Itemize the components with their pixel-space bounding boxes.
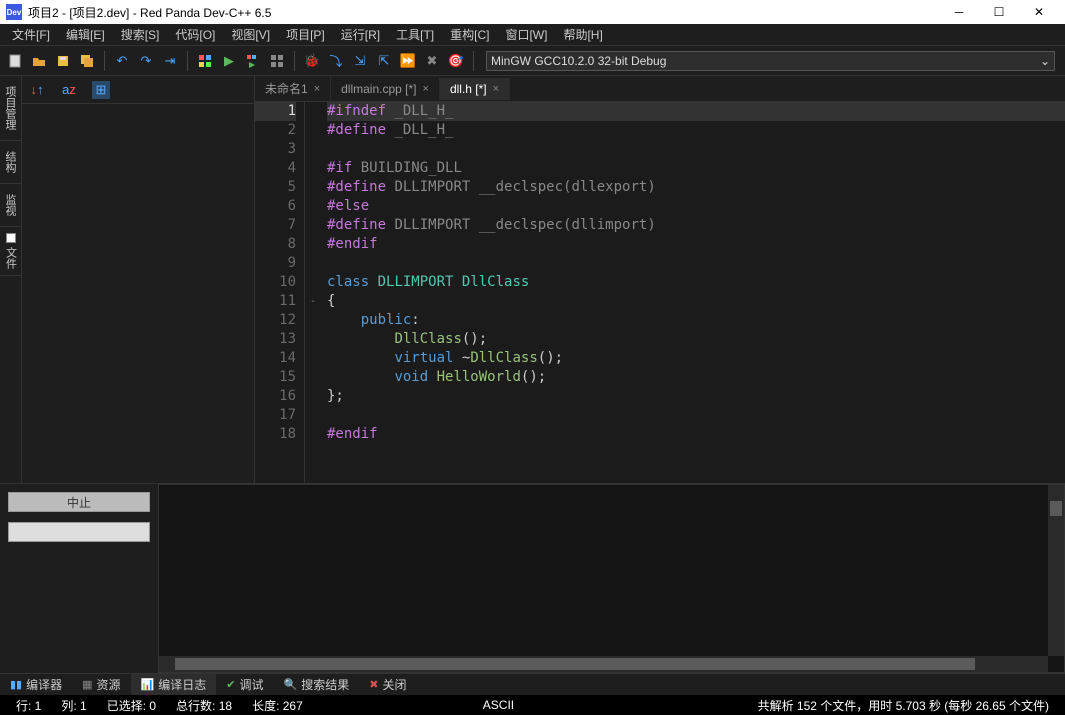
output-area[interactable] xyxy=(158,484,1065,673)
status-line: 行: 1 xyxy=(6,697,51,714)
menubar: 文件[F] 编辑[E] 搜索[S] 代码[O] 视图[V] 项目[P] 运行[R… xyxy=(0,24,1065,46)
compiler-select-label: MinGW GCC10.2.0 32-bit Debug xyxy=(491,54,666,68)
menu-view[interactable]: 视图[V] xyxy=(223,24,278,45)
rebuild-icon[interactable] xyxy=(266,50,288,72)
status-sel: 已选择: 0 xyxy=(97,697,166,714)
editor-tab-3[interactable]: dll.h [*] × xyxy=(440,78,510,100)
check-icon: ✔ xyxy=(226,678,235,691)
editor-tab-1[interactable]: 未命名1 × xyxy=(255,76,331,101)
close-icon[interactable]: × xyxy=(423,83,429,95)
compile-run-icon[interactable] xyxy=(242,50,264,72)
menu-window[interactable]: 窗口[W] xyxy=(497,24,555,45)
left-toolbar: ↓↑ az ⊞ xyxy=(22,76,254,104)
bottom-left: 中止 xyxy=(0,484,158,673)
menu-tools[interactable]: 工具[T] xyxy=(388,24,442,45)
window-title: 项目2 - [项目2.dev] - Red Panda Dev-C++ 6.5 xyxy=(28,4,271,21)
scrollbar-thumb[interactable] xyxy=(1050,501,1062,516)
compiler-select[interactable]: MinGW GCC10.2.0 32-bit Debug ⌄ xyxy=(486,51,1055,71)
btab-compiler[interactable]: ▮▮编译器 xyxy=(0,674,72,695)
step-into-icon[interactable]: ⇲ xyxy=(349,50,371,72)
compile-icon[interactable] xyxy=(194,50,216,72)
continue-icon[interactable]: ⏩ xyxy=(397,50,419,72)
btab-debug[interactable]: ✔调试 xyxy=(216,674,273,695)
save-icon[interactable] xyxy=(52,50,74,72)
status-encoding: ASCII xyxy=(473,698,524,712)
checkbox-icon xyxy=(6,233,16,243)
grid-icon: ▦ xyxy=(82,678,92,691)
side-tabs: 项目管理 结构 监视 文件 xyxy=(0,76,22,483)
code-editor[interactable]: 123456789101112131415161718 - #ifndef _D… xyxy=(255,102,1065,483)
save-all-icon[interactable] xyxy=(76,50,98,72)
step-out-icon[interactable]: ⇱ xyxy=(373,50,395,72)
redo-icon[interactable]: ↷ xyxy=(135,50,157,72)
status-col: 列: 1 xyxy=(51,697,96,714)
menu-project[interactable]: 项目[P] xyxy=(278,24,333,45)
btab-log[interactable]: 📊编译日志 xyxy=(131,674,217,695)
new-file-icon[interactable] xyxy=(4,50,26,72)
side-tab-project[interactable]: 项目管理 xyxy=(0,76,21,141)
vertical-scrollbar[interactable] xyxy=(1048,485,1064,656)
maximize-button[interactable]: ☐ xyxy=(979,0,1019,24)
bottom-tabs: ▮▮编译器 ▦资源 📊编译日志 ✔调试 🔍搜索结果 ✖关闭 xyxy=(0,673,1065,695)
close-icon[interactable]: × xyxy=(314,83,320,95)
scrollbar-thumb[interactable] xyxy=(175,658,975,670)
toolbar: ↶ ↷ ⇥ ▶ 🐞 ⤵ ⇲ ⇱ ⏩ ✖ 🎯 MinGW GCC10.2.0 32… xyxy=(0,46,1065,76)
left-panel: 项目管理 结构 监视 文件 ↓↑ az ⊞ xyxy=(0,76,255,483)
menu-search[interactable]: 搜索[S] xyxy=(113,24,168,45)
chart-icon: 📊 xyxy=(141,678,155,691)
minimize-button[interactable]: ─ xyxy=(939,0,979,24)
menu-run[interactable]: 运行[R] xyxy=(333,24,388,45)
chevron-down-icon: ⌄ xyxy=(1040,54,1050,68)
bottom-panel: 中止 xyxy=(0,483,1065,673)
close-button[interactable]: ✕ xyxy=(1019,0,1059,24)
code-content[interactable]: #ifndef _DLL_H_#define _DLL_H_#if BUILDI… xyxy=(321,102,1065,483)
fold-gutter: - xyxy=(305,102,321,483)
btab-close[interactable]: ✖关闭 xyxy=(359,674,416,695)
indent-icon[interactable]: ⇥ xyxy=(159,50,181,72)
menu-refactor[interactable]: 重构[C] xyxy=(442,24,497,45)
menu-edit[interactable]: 编辑[E] xyxy=(58,24,113,45)
statusbar: 行: 1 列: 1 已选择: 0 总行数: 18 长度: 267 ASCII 共… xyxy=(0,695,1065,715)
editor-tabs: 未命名1 × dllmain.cpp [*] × dll.h [*] × xyxy=(255,76,1065,102)
main-area: 项目管理 结构 监视 文件 ↓↑ az ⊞ 未命名1 × dllmain.cpp… xyxy=(0,76,1065,483)
editor-area: 未命名1 × dllmain.cpp [*] × dll.h [*] × 123… xyxy=(255,76,1065,483)
run-icon[interactable]: ▶ xyxy=(218,50,240,72)
app-icon: Dev xyxy=(6,4,22,20)
menu-help[interactable]: 帮助[H] xyxy=(555,24,610,45)
close-icon[interactable]: × xyxy=(493,83,499,95)
line-gutter: 123456789101112131415161718 xyxy=(255,102,305,483)
close-icon: ✖ xyxy=(369,678,378,691)
sort-desc-icon[interactable]: ↓↑ xyxy=(28,81,46,99)
status-len: 长度: 267 xyxy=(242,697,313,714)
debug-target-icon[interactable]: 🎯 xyxy=(445,50,467,72)
empty-button[interactable] xyxy=(8,522,150,542)
left-content: ↓↑ az ⊞ xyxy=(22,76,254,483)
step-over-icon[interactable]: ⤵ xyxy=(325,50,347,72)
status-total: 总行数: 18 xyxy=(166,697,242,714)
tree-icon[interactable]: ⊞ xyxy=(92,81,110,99)
undo-icon[interactable]: ↶ xyxy=(111,50,133,72)
btab-resources[interactable]: ▦资源 xyxy=(72,674,130,695)
editor-tab-2[interactable]: dllmain.cpp [*] × xyxy=(331,78,440,100)
search-icon: 🔍 xyxy=(284,678,298,691)
open-file-icon[interactable] xyxy=(28,50,50,72)
horizontal-scrollbar[interactable] xyxy=(159,656,1048,672)
btab-search[interactable]: 🔍搜索结果 xyxy=(274,674,360,695)
side-tab-structure[interactable]: 结构 xyxy=(0,141,21,184)
side-tab-monitor[interactable]: 监视 xyxy=(0,184,21,227)
sort-alpha-icon[interactable]: az xyxy=(60,81,78,99)
debug-icon[interactable]: 🐞 xyxy=(301,50,323,72)
stop-debug-icon[interactable]: ✖ xyxy=(421,50,443,72)
menu-code[interactable]: 代码[O] xyxy=(167,24,223,45)
bars-icon: ▮▮ xyxy=(10,678,22,691)
titlebar: Dev 项目2 - [项目2.dev] - Red Panda Dev-C++ … xyxy=(0,0,1065,24)
menu-file[interactable]: 文件[F] xyxy=(4,24,58,45)
stop-button[interactable]: 中止 xyxy=(8,492,150,512)
status-parse: 共解析 152 个文件，用时 5.703 秒 (每秒 26.65 个文件) xyxy=(748,697,1059,714)
side-tab-file[interactable]: 文件 xyxy=(0,227,21,276)
